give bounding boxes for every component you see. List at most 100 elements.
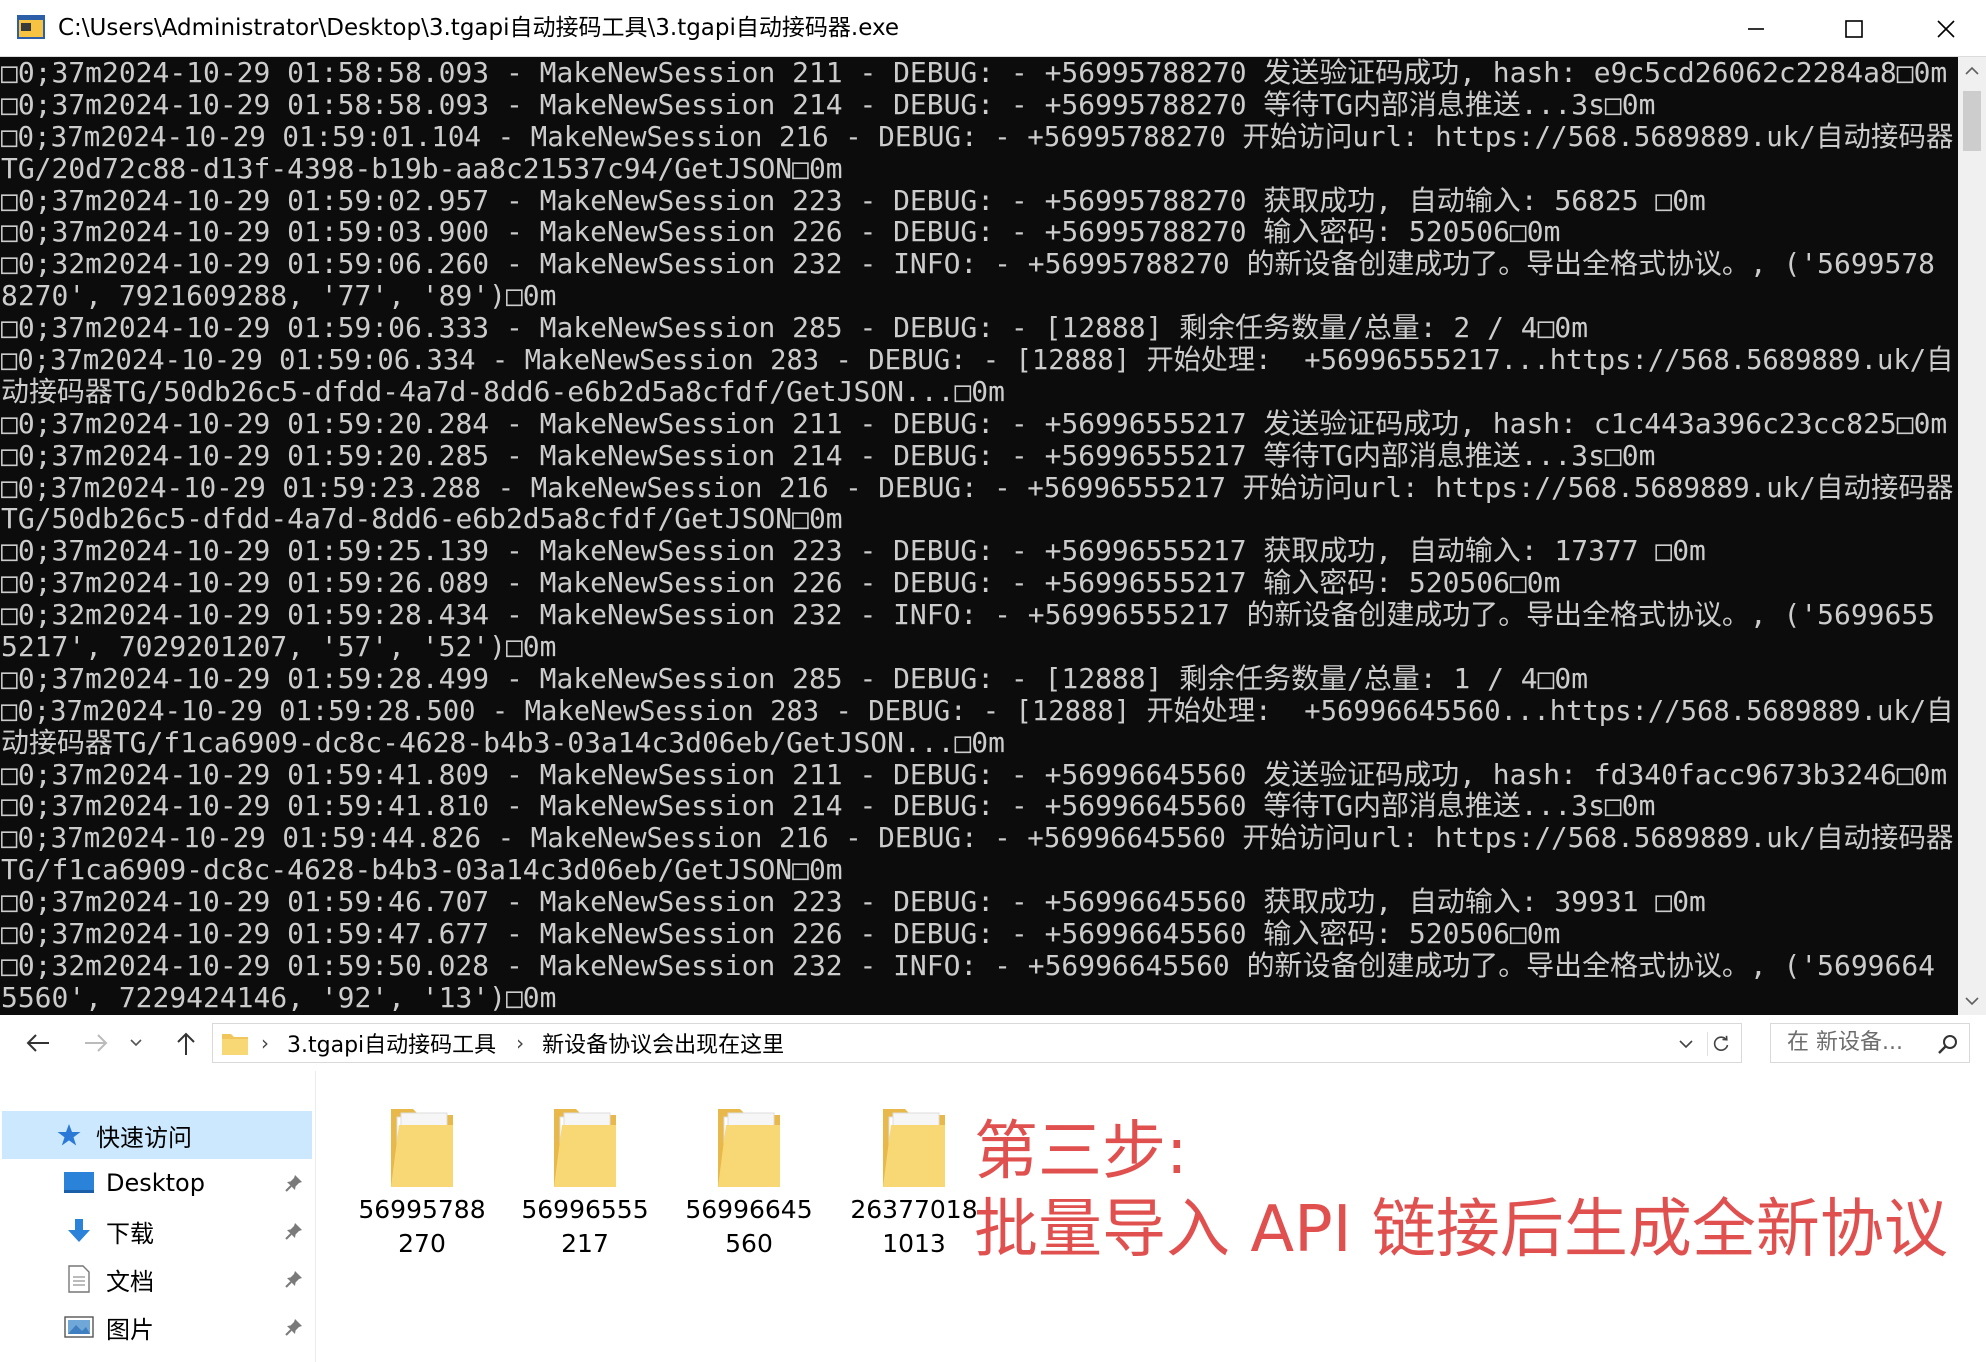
scroll-up-arrow-icon[interactable] xyxy=(1958,57,1986,85)
scroll-down-arrow-icon[interactable] xyxy=(1958,987,1986,1015)
folder-icon xyxy=(718,1109,780,1187)
console-line: □0;37m2024-10-29 01:59:20.285 - MakeNewS… xyxy=(1,439,1656,472)
folder-label: 56996555 217 xyxy=(521,1195,649,1258)
chevron-down-icon xyxy=(130,1039,142,1047)
console-line: □0;37m2024-10-29 01:59:26.089 - MakeNewS… xyxy=(1,567,1561,600)
console-line: □0;37m2024-10-29 01:59:06.334 - MakeNewS… xyxy=(1,344,1954,376)
console-line: TG/50db26c5-dfdd-4a7d-8dd6-e6b2d5a8cfdf/… xyxy=(1,503,843,536)
forward-button[interactable] xyxy=(78,1025,114,1061)
console-line: □0;37m2024-10-29 01:59:20.284 - MakeNewS… xyxy=(1,407,1948,440)
nav-item-label: Desktop xyxy=(106,1169,205,1197)
nav-item-pictures[interactable]: 图片 xyxy=(62,1303,154,1351)
folder-item[interactable]: 26377018 1013 xyxy=(849,1093,979,1273)
console-line: □0;37m2024-10-29 01:59:01.104 - MakeNewS… xyxy=(1,120,1954,153)
folder-icon xyxy=(222,1034,248,1055)
console-line: □0;37m2024-10-29 01:59:25.139 - MakeNewS… xyxy=(1,535,1706,568)
navigation-pane: 快速访问 Desktop 下载 文档 图片 xyxy=(0,1071,316,1362)
breadcrumb: › 3.tgapi自动接码工具 › 新设备协议会出现在这里 xyxy=(261,1024,784,1062)
console-app-icon xyxy=(16,14,46,40)
breadcrumb-item[interactable]: 3.tgapi自动接码工具 xyxy=(287,1027,496,1059)
console-line: □0;37m2024-10-29 01:59:23.288 - MakeNewS… xyxy=(1,471,1954,504)
console-line: □0;32m2024-10-29 01:59:06.260 - MakeNewS… xyxy=(1,248,1935,281)
folder-icon xyxy=(391,1109,453,1187)
folder-icon xyxy=(883,1109,945,1187)
console-line: □0;37m2024-10-29 01:59:28.500 - MakeNewS… xyxy=(1,694,1954,727)
explorer-navigation-bar: › 3.tgapi自动接码工具 › 新设备协议会出现在这里 在 新设备... xyxy=(0,1015,1986,1071)
console-line: □0;32m2024-10-29 01:59:28.434 - MakeNewS… xyxy=(1,599,1935,632)
console-line: 5560', 7229424146, '92', '13')□0m xyxy=(1,981,557,1014)
pin-icon[interactable] xyxy=(282,1171,306,1195)
maximize-button[interactable] xyxy=(1808,0,1900,57)
console-line: 动接码器TG/f1ca6909-dc8c-4628-b4b3-03a14c3d0… xyxy=(1,726,1005,759)
nav-item-quick-access[interactable]: 快速访问 xyxy=(52,1111,192,1159)
nav-item-documents[interactable]: 文档 xyxy=(62,1255,154,1303)
forward-arrow-icon xyxy=(85,1034,108,1052)
console-line: □0;32m2024-10-29 01:59:50.028 - MakeNewS… xyxy=(1,949,1935,982)
folder-item[interactable]: 56996555 217 xyxy=(520,1093,650,1273)
console-line: TG/20d72c88-d13f-4398-b19b-aa8c21537c94/… xyxy=(1,152,843,185)
breadcrumb-item-current[interactable]: 新设备协议会出现在这里 xyxy=(542,1027,784,1059)
console-title-bar[interactable]: C:\Users\Administrator\Desktop\3.tgapi自动… xyxy=(0,0,1986,57)
back-button[interactable] xyxy=(20,1025,56,1061)
maximize-icon xyxy=(1845,19,1863,38)
console-line: 5217', 7029201207, '57', '52')□0m xyxy=(1,631,557,663)
console-line: □0;37m2024-10-29 01:59:06.333 - MakeNewS… xyxy=(1,312,1589,345)
download-icon xyxy=(62,1216,96,1246)
console-line: □0;37m2024-10-29 01:59:03.900 - MakeNewS… xyxy=(1,216,1561,249)
nav-item-label: 图片 xyxy=(106,1315,154,1344)
refresh-icon xyxy=(1713,1035,1728,1051)
star-icon xyxy=(52,1120,86,1150)
minimize-button[interactable] xyxy=(1710,0,1802,57)
console-line: □0;37m2024-10-29 01:58:58.093 - MakeNewS… xyxy=(1,57,1948,89)
nav-item-downloads[interactable]: 下载 xyxy=(62,1207,154,1255)
folder-label: 26377018 1013 xyxy=(850,1195,978,1258)
console-line: 8270', 7921609288, '77', '89')□0m xyxy=(1,280,557,313)
up-button[interactable] xyxy=(168,1025,204,1061)
breadcrumb-chevron-icon: › xyxy=(516,1031,525,1055)
search-placeholder: 在 新设备... xyxy=(1787,1030,1903,1055)
minimize-icon xyxy=(1748,27,1764,30)
pin-icon[interactable] xyxy=(282,1219,306,1243)
nav-item-label: 快速访问 xyxy=(96,1123,192,1152)
folder-label: 56995788 270 xyxy=(358,1195,486,1258)
breadcrumb-chevron-icon: › xyxy=(261,1031,269,1055)
console-output[interactable]: □0;37m2024-10-29 01:58:58.093 - MakeNewS… xyxy=(0,57,1986,1015)
console-line: □0;37m2024-10-29 01:59:02.957 - MakeNewS… xyxy=(1,184,1706,217)
document-icon xyxy=(62,1264,96,1294)
refresh-button[interactable] xyxy=(1707,1032,1733,1056)
close-button[interactable] xyxy=(1900,0,1986,57)
back-arrow-icon xyxy=(26,1034,49,1052)
step-annotation-text: 批量导入 API 链接后生成全新协议 xyxy=(974,1193,1948,1267)
pin-icon[interactable] xyxy=(282,1267,306,1291)
console-line: □0;37m2024-10-29 01:59:47.677 - MakeNewS… xyxy=(1,918,1561,950)
console-line: □0;37m2024-10-29 01:59:28.499 - MakeNewS… xyxy=(1,662,1589,695)
console-line: □0;37m2024-10-29 01:59:41.809 - MakeNewS… xyxy=(1,758,1948,791)
window-title: C:\Users\Administrator\Desktop\3.tgapi自动… xyxy=(58,15,900,41)
chevron-down-icon xyxy=(1679,1039,1693,1048)
address-bar[interactable]: › 3.tgapi自动接码工具 › 新设备协议会出现在这里 xyxy=(212,1023,1742,1063)
nav-item-label: 文档 xyxy=(106,1267,154,1296)
pictures-icon xyxy=(62,1312,96,1342)
scrollbar-thumb[interactable] xyxy=(1963,91,1981,151)
address-dropdown-button[interactable] xyxy=(1675,1033,1697,1055)
console-line: □0;37m2024-10-29 01:59:46.707 - MakeNewS… xyxy=(1,886,1706,919)
console-scrollbar[interactable] xyxy=(1958,57,1986,1015)
close-icon xyxy=(1937,19,1955,38)
folder-item[interactable]: 56995788 270 xyxy=(357,1093,487,1273)
desktop-icon xyxy=(62,1168,96,1198)
recent-locations-button[interactable] xyxy=(126,1025,146,1061)
folder-label: 56996645 560 xyxy=(685,1195,813,1258)
console-line: □0;37m2024-10-29 01:59:44.826 - MakeNewS… xyxy=(1,822,1954,855)
console-line: □0;37m2024-10-29 01:58:58.093 - MakeNewS… xyxy=(1,88,1656,121)
folder-item[interactable]: 56996645 560 xyxy=(684,1093,814,1273)
console-line: 动接码器TG/50db26c5-dfdd-4a7d-8dd6-e6b2d5a8c… xyxy=(1,375,1005,408)
nav-item-desktop[interactable]: Desktop xyxy=(62,1159,205,1207)
search-box[interactable]: 在 新设备... xyxy=(1770,1023,1970,1063)
folder-icon xyxy=(554,1109,616,1187)
console-line: □0;37m2024-10-29 01:59:41.810 - MakeNewS… xyxy=(1,790,1656,823)
search-icon xyxy=(1938,1035,1957,1054)
pin-icon[interactable] xyxy=(282,1315,306,1339)
console-lines: □0;37m2024-10-29 01:58:58.093 - MakeNewS… xyxy=(1,57,1956,1014)
nav-item-label: 下载 xyxy=(106,1219,154,1248)
console-line: TG/f1ca6909-dc8c-4628-b4b3-03a14c3d06eb/… xyxy=(1,854,843,887)
